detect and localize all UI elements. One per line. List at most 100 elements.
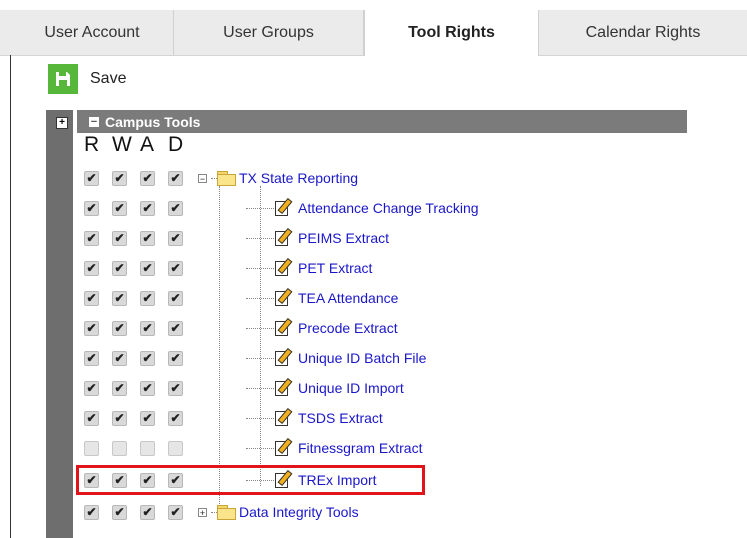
tool-label[interactable]: PEIMS Extract — [298, 230, 389, 246]
add-checkbox[interactable] — [140, 440, 155, 456]
tree-connector — [246, 387, 274, 389]
delete-checkbox[interactable]: ✔ — [168, 350, 183, 366]
column-write: W — [112, 133, 132, 156]
write-checkbox[interactable]: ✔ — [112, 260, 127, 276]
tool-label[interactable]: Fitnessgram Extract — [298, 440, 422, 456]
tool-label[interactable]: PET Extract — [298, 260, 372, 276]
tree-row: ✔ ✔ ✔ ✔ Precode Extract — [84, 316, 398, 340]
read-checkbox[interactable]: ✔ — [84, 290, 99, 306]
add-checkbox[interactable]: ✔ — [140, 200, 155, 216]
tool-label[interactable]: TEA Attendance — [298, 290, 398, 306]
folder-icon — [217, 504, 237, 520]
tool-label[interactable]: Unique ID Import — [298, 380, 404, 396]
tool-label[interactable]: Unique ID Batch File — [298, 350, 426, 366]
tree-connector — [246, 207, 274, 209]
collapse-icon[interactable]: − — [89, 116, 99, 127]
tree-connector — [246, 417, 274, 419]
delete-checkbox[interactable]: ✔ — [168, 200, 183, 216]
delete-checkbox[interactable]: ✔ — [168, 230, 183, 246]
write-checkbox[interactable]: ✔ — [112, 380, 127, 396]
tab-bar: User Account User Groups Tool Rights Cal… — [0, 0, 747, 56]
tree-row-data-integrity-tools: ✔ ✔ ✔ ✔ + Data Integrity Tools — [84, 500, 359, 524]
write-checkbox[interactable]: ✔ — [112, 350, 127, 366]
write-checkbox[interactable]: ✔ — [112, 410, 127, 426]
add-checkbox[interactable]: ✔ — [140, 504, 155, 520]
tree-connector — [246, 237, 274, 239]
add-checkbox[interactable]: ✔ — [140, 410, 155, 426]
read-checkbox[interactable]: ✔ — [84, 380, 99, 396]
tree-connector — [246, 357, 274, 359]
tool-edit-icon — [274, 377, 293, 397]
tool-edit-icon — [274, 257, 293, 277]
campus-tools-header[interactable]: − Campus Tools — [77, 110, 687, 133]
tool-label[interactable]: Attendance Change Tracking — [298, 200, 479, 216]
write-checkbox[interactable]: ✔ — [112, 200, 127, 216]
tool-edit-icon — [274, 347, 293, 367]
tree-row: ✔ ✔ ✔ ✔ Unique ID Batch File — [84, 346, 426, 370]
tree-row: ✔ ✔ ✔ ✔ Unique ID Import — [84, 376, 404, 400]
delete-checkbox[interactable]: ✔ — [168, 170, 183, 186]
add-checkbox[interactable]: ✔ — [140, 350, 155, 366]
read-checkbox[interactable]: ✔ — [84, 170, 99, 186]
tree-connector — [246, 297, 274, 299]
read-checkbox[interactable]: ✔ — [84, 200, 99, 216]
add-checkbox[interactable]: ✔ — [140, 380, 155, 396]
folder-label[interactable]: Data Integrity Tools — [239, 504, 359, 520]
tab-calendar-rights[interactable]: Calendar Rights — [539, 10, 747, 55]
delete-checkbox[interactable]: ✔ — [168, 380, 183, 396]
delete-checkbox[interactable]: ✔ — [168, 290, 183, 306]
folder-icon — [217, 170, 237, 186]
tree-connector — [246, 267, 274, 269]
expand-folder-icon[interactable]: + — [198, 507, 207, 517]
read-checkbox[interactable]: ✔ — [84, 350, 99, 366]
read-checkbox[interactable]: ✔ — [84, 320, 99, 336]
tool-edit-icon — [274, 407, 293, 427]
tab-tool-rights[interactable]: Tool Rights — [364, 10, 539, 56]
add-checkbox[interactable]: ✔ — [140, 290, 155, 306]
add-checkbox[interactable]: ✔ — [140, 320, 155, 336]
delete-checkbox[interactable]: ✔ — [168, 260, 183, 276]
delete-checkbox[interactable] — [168, 440, 183, 456]
left-border — [10, 55, 11, 538]
tool-label[interactable]: TSDS Extract — [298, 410, 383, 426]
tool-edit-icon — [274, 227, 293, 247]
tool-edit-icon — [274, 197, 293, 217]
add-checkbox[interactable]: ✔ — [140, 230, 155, 246]
tree-row: ✔ ✔ ✔ ✔ PET Extract — [84, 256, 372, 280]
tool-label[interactable]: Precode Extract — [298, 320, 398, 336]
tree-row: ✔ ✔ ✔ ✔ PEIMS Extract — [84, 226, 389, 250]
read-checkbox[interactable]: ✔ — [84, 504, 99, 520]
add-checkbox[interactable]: ✔ — [140, 260, 155, 276]
write-checkbox[interactable]: ✔ — [112, 170, 127, 186]
tree-row: ✔ ✔ ✔ ✔ TSDS Extract — [84, 406, 383, 430]
expand-all-icon[interactable]: + — [56, 117, 68, 129]
write-checkbox[interactable]: ✔ — [112, 320, 127, 336]
delete-checkbox[interactable]: ✔ — [168, 504, 183, 520]
tree-row: ✔ ✔ ✔ ✔ Attendance Change Tracking — [84, 196, 479, 220]
tab-user-groups[interactable]: User Groups — [174, 10, 364, 55]
tree-connector — [246, 327, 274, 329]
tree-sidebar-strip — [46, 110, 73, 538]
tree-connector — [246, 447, 274, 449]
column-delete: D — [168, 133, 184, 156]
read-checkbox[interactable]: ✔ — [84, 410, 99, 426]
read-checkbox[interactable]: ✔ — [84, 230, 99, 246]
save-icon — [48, 64, 78, 94]
tab-user-account[interactable]: User Account — [11, 10, 174, 55]
column-read: R — [84, 133, 100, 156]
delete-checkbox[interactable]: ✔ — [168, 320, 183, 336]
add-checkbox[interactable]: ✔ — [140, 170, 155, 186]
write-checkbox[interactable]: ✔ — [112, 230, 127, 246]
read-checkbox[interactable]: ✔ — [84, 260, 99, 276]
tree-row: Fitnessgram Extract — [84, 436, 422, 460]
read-checkbox[interactable] — [84, 440, 99, 456]
write-checkbox[interactable]: ✔ — [112, 504, 127, 520]
write-checkbox[interactable]: ✔ — [112, 290, 127, 306]
tool-edit-icon — [274, 437, 293, 457]
tool-edit-icon — [274, 317, 293, 337]
write-checkbox[interactable] — [112, 440, 127, 456]
delete-checkbox[interactable]: ✔ — [168, 410, 183, 426]
folder-label[interactable]: TX State Reporting — [239, 170, 358, 186]
collapse-folder-icon[interactable]: − — [198, 173, 207, 183]
save-button[interactable]: Save — [48, 64, 126, 94]
